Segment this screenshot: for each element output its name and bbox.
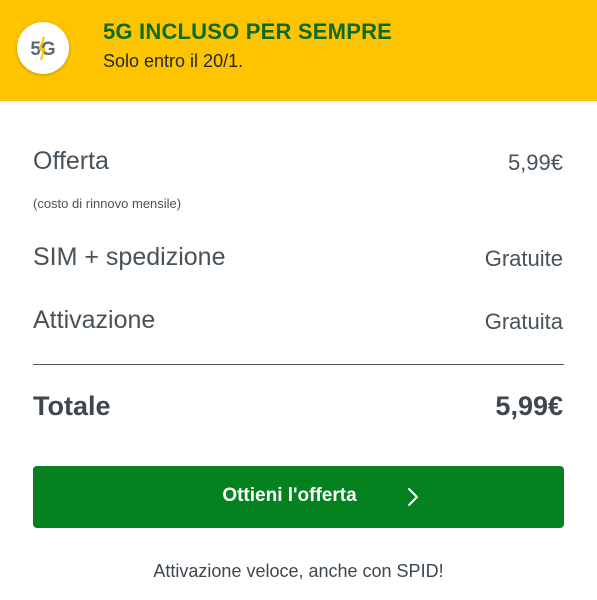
sim-shipping-value: Gratuite	[484, 246, 563, 271]
5g-badge-icon: 5G	[17, 22, 69, 74]
offer-price: 5,99€	[507, 150, 563, 175]
promo-banner: 5G 5G INCLUSO PER SEMPRE Solo entro il 2…	[0, 0, 597, 101]
total-price: 5,99€	[495, 391, 563, 421]
total-label: Totale	[33, 391, 111, 421]
activation-label: Attivazione	[33, 306, 156, 334]
sim-shipping-label: SIM + spedizione	[33, 243, 226, 271]
summary-divider	[33, 364, 564, 365]
offer-label: Offerta	[33, 147, 109, 175]
activation-info-note: Attivazione veloce, anche con SPID!	[153, 561, 444, 581]
chevron-right-icon	[408, 488, 418, 506]
promo-title: 5G INCLUSO PER SEMPRE	[103, 19, 393, 44]
promo-subtitle: Solo entro il 20/1.	[103, 51, 244, 71]
activation-value: Gratuita	[484, 309, 563, 334]
get-offer-button-label: Ottieni l'offerta	[222, 485, 357, 506]
offer-note: (costo di rinnovo mensile)	[33, 196, 182, 211]
get-offer-button[interactable]: Ottieni l'offerta	[33, 466, 564, 528]
